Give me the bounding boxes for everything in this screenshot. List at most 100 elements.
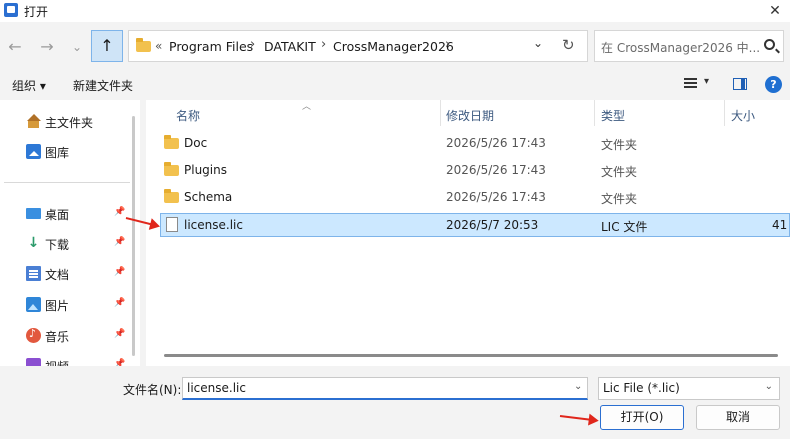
folder-icon bbox=[164, 189, 179, 203]
command-toolbar: 组织 ▾ 新建文件夹 ▾ ? bbox=[0, 70, 790, 100]
sidebar-item-label: 桌面 bbox=[45, 208, 70, 222]
filename-input[interactable] bbox=[182, 377, 588, 400]
pin-icon[interactable]: 📌 bbox=[114, 359, 125, 366]
pin-icon[interactable]: 📌 bbox=[114, 267, 125, 277]
back-arrow-icon[interactable]: ← bbox=[2, 34, 28, 60]
sidebar-item-music[interactable]: 音乐 📌 bbox=[24, 325, 132, 347]
breadcrumb-separator-icon[interactable]: › bbox=[445, 37, 450, 52]
document-icon bbox=[26, 266, 41, 281]
column-divider[interactable] bbox=[440, 100, 441, 126]
file-row-license[interactable]: license.lic 2026/5/7 20:53 LIC 文件 41 bbox=[160, 213, 790, 237]
pin-icon[interactable]: 📌 bbox=[114, 298, 125, 308]
folder-icon bbox=[164, 162, 179, 176]
navigation-pane: 主文件夹 图库 桌面 📌 ↓ 下载 📌 文档 📌 图片 📌 音乐 📌 视频 📌 bbox=[0, 100, 140, 366]
sidebar-item-label: 音乐 bbox=[45, 330, 70, 344]
download-icon: ↓ bbox=[27, 235, 40, 251]
column-header-date[interactable]: 修改日期 bbox=[446, 107, 494, 124]
preview-pane-icon[interactable] bbox=[733, 78, 747, 90]
pin-icon[interactable]: 📌 bbox=[114, 237, 125, 247]
sidebar-item-label: 视频 bbox=[45, 358, 69, 366]
file-name: license.lic bbox=[184, 218, 243, 232]
file-date: 2026/5/7 20:53 bbox=[446, 218, 539, 232]
column-header-type[interactable]: 类型 bbox=[601, 107, 625, 124]
open-button[interactable]: 打开(O) bbox=[600, 405, 684, 430]
file-row-plugins[interactable]: Plugins 2026/5/26 17:43 文件夹 bbox=[160, 159, 790, 183]
breadcrumb-overflow[interactable]: « bbox=[155, 39, 162, 53]
file-type: 文件夹 bbox=[601, 192, 638, 206]
file-date: 2026/5/26 17:43 bbox=[446, 136, 546, 150]
search-input[interactable]: 在 CrossManager2026 中... bbox=[601, 39, 760, 56]
sidebar-item-pictures[interactable]: 图片 📌 bbox=[24, 294, 132, 316]
search-icon[interactable] bbox=[764, 39, 775, 50]
sidebar-item-videos[interactable]: 视频 📌 bbox=[24, 355, 132, 366]
file-row-doc[interactable]: Doc 2026/5/26 17:43 文件夹 bbox=[160, 132, 790, 156]
cancel-button[interactable]: 取消 bbox=[696, 405, 780, 430]
help-icon[interactable]: ? bbox=[765, 76, 782, 93]
sidebar-item-home[interactable]: 主文件夹 bbox=[24, 111, 132, 133]
filename-dropdown-icon[interactable]: ⌄ bbox=[574, 381, 582, 392]
column-divider[interactable] bbox=[594, 100, 595, 126]
music-icon bbox=[26, 327, 41, 343]
sidebar-item-gallery[interactable]: 图库 bbox=[24, 141, 132, 163]
sidebar-scrollbar[interactable] bbox=[132, 116, 135, 356]
file-name: Schema bbox=[184, 190, 233, 204]
search-box[interactable]: 在 CrossManager2026 中... bbox=[594, 30, 784, 62]
column-header-size[interactable]: 大小 bbox=[731, 107, 755, 124]
close-icon[interactable]: ✕ bbox=[764, 0, 786, 22]
address-dropdown-chevron-icon[interactable]: ⌄ bbox=[533, 36, 543, 50]
file-date: 2026/5/26 17:43 bbox=[446, 190, 546, 204]
breadcrumb-program-files[interactable]: Program Files bbox=[169, 39, 253, 54]
file-list: ︿ 名称 修改日期 类型 大小 Doc 2026/5/26 17:43 文件夹 … bbox=[146, 100, 790, 366]
breadcrumb-separator-icon[interactable]: › bbox=[250, 37, 255, 52]
video-icon bbox=[26, 358, 41, 366]
file-date: 2026/5/26 17:43 bbox=[446, 163, 546, 177]
column-header-name[interactable]: 名称 bbox=[176, 107, 200, 124]
pin-icon[interactable]: 📌 bbox=[114, 329, 125, 339]
dialog-footer: 文件名(N): ⌄ Lic File (*.lic) ⌄ 打开(O) 取消 bbox=[0, 366, 790, 439]
sidebar-item-label: 图片 bbox=[45, 299, 70, 313]
file-type: 文件夹 bbox=[601, 165, 638, 179]
horizontal-scrollbar[interactable] bbox=[164, 354, 778, 357]
new-folder-button[interactable]: 新建文件夹 bbox=[73, 77, 133, 94]
sidebar-item-downloads[interactable]: ↓ 下载 📌 bbox=[24, 233, 132, 255]
filename-label: 文件名(N): bbox=[123, 383, 182, 397]
sidebar-item-label: 文档 bbox=[45, 268, 70, 282]
column-divider[interactable] bbox=[724, 100, 725, 126]
breadcrumb-separator-icon[interactable]: › bbox=[321, 37, 326, 52]
file-type: LIC 文件 bbox=[601, 220, 648, 234]
sidebar-item-documents[interactable]: 文档 📌 bbox=[24, 263, 132, 285]
file-row-schema[interactable]: Schema 2026/5/26 17:43 文件夹 bbox=[160, 186, 790, 210]
sort-ascending-icon: ︿ bbox=[302, 102, 312, 112]
sidebar-divider bbox=[4, 182, 130, 183]
file-name: Plugins bbox=[184, 163, 227, 177]
forward-arrow-icon[interactable]: → bbox=[34, 34, 60, 60]
sidebar-item-label: 下载 bbox=[45, 238, 70, 252]
file-type: 文件夹 bbox=[601, 138, 638, 152]
sidebar-item-label: 图库 bbox=[45, 146, 70, 160]
view-options-icon[interactable] bbox=[684, 78, 697, 90]
organize-menu-button[interactable]: 组织 ▾ bbox=[12, 77, 46, 94]
sidebar-item-desktop[interactable]: 桌面 📌 bbox=[24, 203, 132, 225]
up-arrow-icon[interactable]: ↑ bbox=[91, 30, 123, 62]
chevron-down-icon[interactable]: ⌄ bbox=[765, 381, 773, 392]
sidebar-item-label: 主文件夹 bbox=[45, 116, 94, 130]
breadcrumb-crossmanager2026[interactable]: CrossManager2026 bbox=[333, 39, 454, 54]
recent-locations-chevron-icon[interactable]: ⌄ bbox=[64, 34, 90, 60]
pin-icon[interactable]: 📌 bbox=[114, 207, 125, 217]
file-icon bbox=[166, 217, 178, 232]
breadcrumb-datakit[interactable]: DATAKIT bbox=[264, 39, 316, 54]
address-bar[interactable]: « Program Files › DATAKIT › CrossManager… bbox=[128, 30, 588, 62]
filetype-value: Lic File (*.lic) bbox=[603, 381, 680, 395]
folder-icon bbox=[164, 135, 179, 149]
file-size: 41 bbox=[772, 218, 788, 232]
navigation-bar: ← → ⌄ ↑ « Program Files › DATAKIT › Cros… bbox=[0, 22, 790, 70]
filetype-select[interactable]: Lic File (*.lic) ⌄ bbox=[598, 377, 780, 400]
pictures-icon bbox=[26, 297, 41, 312]
refresh-icon[interactable]: ↻ bbox=[562, 36, 575, 54]
desktop-icon bbox=[26, 208, 41, 219]
folder-icon bbox=[136, 38, 151, 52]
view-dropdown-icon[interactable]: ▾ bbox=[704, 76, 709, 87]
title-bar: 打开 ✕ bbox=[0, 0, 790, 22]
app-icon bbox=[4, 3, 18, 17]
file-name: Doc bbox=[184, 136, 208, 150]
